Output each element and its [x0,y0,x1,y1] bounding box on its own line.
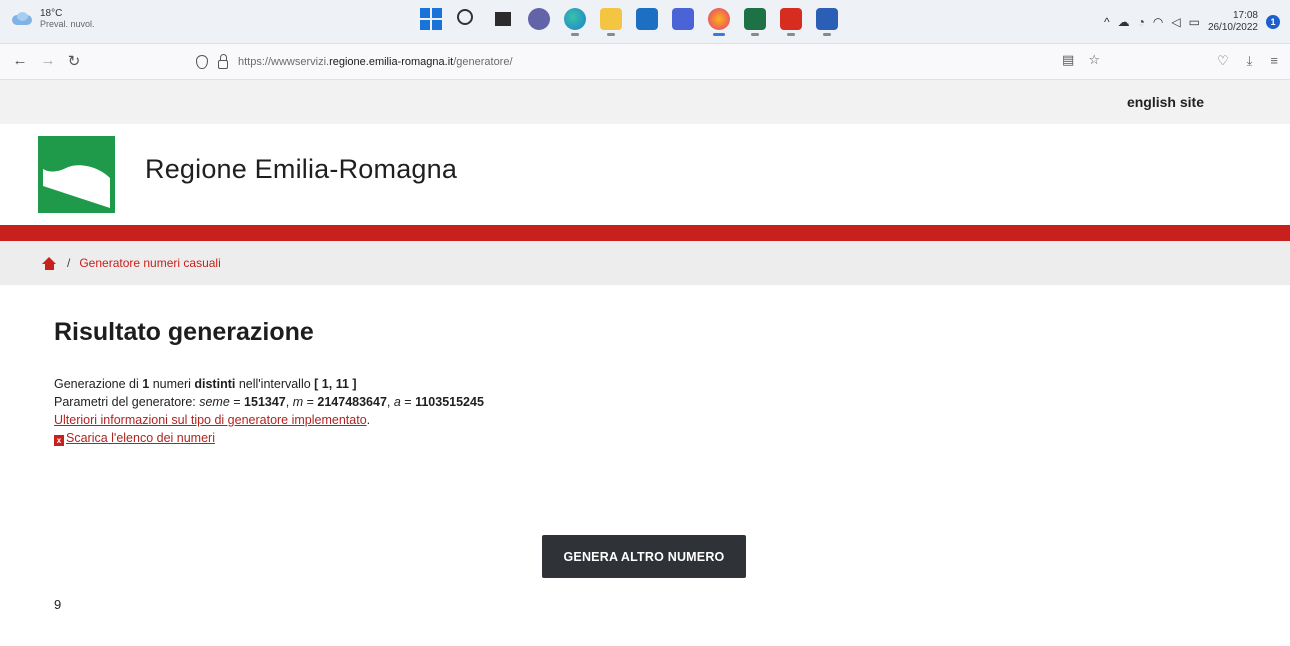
windows-taskbar: 18°C Preval. nuvol. ^ ☁ ◔ ◠ ◁ ▭ 17:08 26… [0,0,1290,44]
page-title: Risultato generazione [54,318,314,346]
reload-icon[interactable]: ↻ [64,52,84,70]
weather-widget[interactable]: 18°C Preval. nuvol. [10,8,95,30]
cloud-icon [10,12,32,26]
pocket-icon[interactable]: ♡ [1217,53,1229,69]
back-arrow-icon[interactable]: ← [10,52,30,69]
download-icon[interactable]: ⤓ [1247,53,1253,69]
more-info-link[interactable]: Ulteriori informazioni sul tipo di gener… [54,413,367,427]
weather-temperature: 18°C [40,8,63,19]
network-icon[interactable]: ◔ [1138,15,1145,29]
download-list-link[interactable]: Scarica l'elenco dei numeri [66,431,215,445]
red-divider [0,225,1290,241]
bookmark-star-icon[interactable]: ☆ [1088,52,1100,68]
wifi-icon[interactable]: ◠ [1153,15,1163,29]
battery-icon[interactable]: ▭ [1189,15,1200,29]
ms-app-icon[interactable] [672,8,694,30]
home-icon[interactable] [42,256,57,270]
excel-file-icon[interactable]: x [54,435,64,446]
reader-view-icon[interactable]: ▤ [1062,52,1074,68]
weather-condition: Preval. nuvol. [40,19,95,29]
breadcrumb-current[interactable]: Generatore numeri casuali [79,256,220,270]
result-number: 9 [54,597,62,612]
firefox-icon[interactable] [708,8,730,36]
file-explorer-icon[interactable] [600,8,622,36]
lock-icon[interactable] [218,53,228,69]
word-icon[interactable] [816,8,838,36]
mail-icon[interactable] [636,8,658,30]
cloud-sync-icon[interactable]: ☁ [1118,15,1130,29]
url-text[interactable]: https://wwwservizi.regione.emilia-romagn… [238,56,513,68]
generate-another-button[interactable]: GENERA ALTRO NUMERO [542,535,746,578]
breadcrumb: / Generatore numeri casuali [0,241,1290,285]
system-tray: ^ ☁ ◔ ◠ ◁ ▭ 17:08 26/10/2022 1 [1104,10,1280,34]
edge-icon[interactable] [564,8,586,36]
clock-date: 26/10/2022 [1207,22,1258,33]
notification-badge[interactable]: 1 [1266,15,1280,29]
clock[interactable]: 17:08 26/10/2022 [1208,10,1258,34]
search-icon[interactable] [456,8,478,30]
address-bar[interactable]: https://wwwservizi.regione.emilia-romagn… [190,50,1100,74]
volume-icon[interactable]: ◁ [1171,15,1180,29]
chat-icon[interactable] [528,8,550,30]
shield-icon[interactable] [196,55,208,69]
regione-logo[interactable] [38,136,115,213]
generation-info: Generazione di 1 numeri distinti nell'in… [54,375,1254,447]
generator-parameters: Parametri del generatore: seme = 151347,… [54,395,484,409]
top-strip: english site [0,80,1290,124]
forward-arrow-icon[interactable]: → [38,52,58,69]
task-view-icon[interactable] [492,8,514,30]
chevron-up-icon[interactable]: ^ [1104,15,1110,29]
english-site-link[interactable]: english site [1127,94,1204,110]
site-title[interactable]: Regione Emilia-Romagna [145,154,457,185]
breadcrumb-separator: / [67,256,71,270]
clock-time: 17:08 [1232,10,1258,21]
acrobat-icon[interactable] [780,8,802,36]
site-header: Regione Emilia-Romagna [0,124,1290,225]
taskbar-apps [420,8,838,36]
main-content: Risultato generazione Generazione di 1 n… [54,318,1254,447]
menu-icon[interactable]: ≡ [1270,53,1278,69]
excel-icon[interactable] [744,8,766,36]
start-icon[interactable] [420,8,442,30]
generation-summary: Generazione di 1 numeri distinti nell'in… [54,377,357,391]
browser-toolbar: ← → ↻ https://wwwservizi.regione.emilia-… [0,44,1290,80]
